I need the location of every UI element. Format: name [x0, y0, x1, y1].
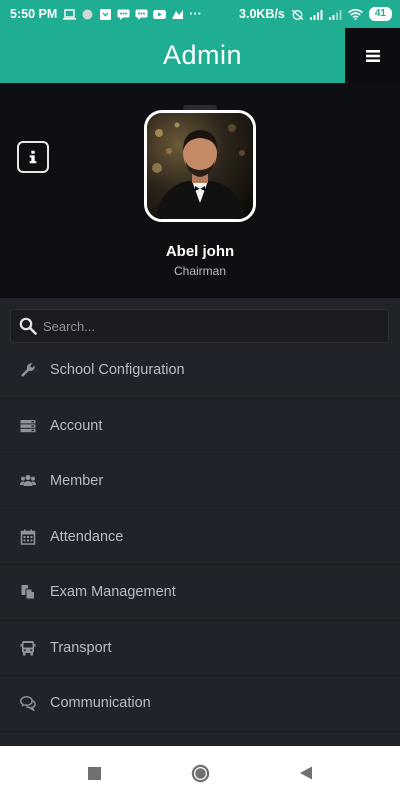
sidebar-menu: School Configuration Account Member Atte…	[0, 343, 400, 732]
users-icon	[20, 473, 36, 489]
menu-item-label: Account	[50, 417, 103, 434]
calendar-icon	[20, 529, 36, 545]
profile-section: Abel john Chairman	[0, 83, 400, 298]
search-box	[10, 309, 389, 343]
back-triangle-icon	[299, 766, 312, 780]
hamburger-icon	[365, 49, 380, 62]
bus-icon	[20, 640, 36, 656]
status-time: 5:50 PM	[10, 7, 58, 21]
system-nav-bar	[0, 746, 400, 800]
signal-icon	[309, 9, 323, 20]
menu-item-transport[interactable]: Transport	[0, 621, 400, 676]
network-speed: 3.0KB/s	[239, 7, 285, 21]
message-icon-2	[135, 9, 148, 20]
hamburger-menu-button[interactable]	[345, 28, 400, 83]
notification-icons: ···	[63, 7, 202, 21]
app-header: Admin	[0, 28, 345, 83]
signal-icon-2	[328, 9, 342, 20]
youtube-icon	[153, 9, 167, 19]
menu-item-label: Exam Management	[50, 584, 176, 601]
documents-icon	[20, 584, 36, 600]
home-button[interactable]	[189, 762, 211, 784]
back-button[interactable]	[295, 762, 317, 784]
info-icon	[29, 150, 37, 164]
menu-item-exam-management[interactable]: Exam Management	[0, 565, 400, 621]
search-icon	[19, 317, 37, 335]
menu-item-account[interactable]: Account	[0, 399, 400, 454]
menu-item-label: Member	[50, 473, 104, 490]
gift-icon	[100, 8, 112, 20]
alarm-off-icon	[291, 9, 304, 20]
avatar[interactable]	[144, 110, 256, 222]
square-icon	[88, 766, 101, 780]
wrench-icon	[20, 362, 36, 378]
menu-item-member[interactable]: Member	[0, 454, 400, 510]
status-bar: 5:50 PM ··· 3.0KB/s 41	[0, 0, 400, 28]
menu-item-label: School Configuration	[50, 362, 185, 379]
more-dots: ···	[189, 7, 202, 21]
circle-app-icon	[82, 9, 93, 19]
battery-indicator: 41	[368, 7, 392, 21]
message-icon	[117, 9, 130, 20]
chat-icon	[20, 695, 36, 712]
search-input[interactable]	[43, 318, 363, 334]
menu-item-school-configuration[interactable]: School Configuration	[0, 343, 400, 399]
profile-photo	[147, 113, 253, 219]
profile-name: Abel john	[165, 243, 235, 260]
menu-item-label: Communication	[50, 695, 151, 712]
recent-apps-button[interactable]	[84, 762, 106, 784]
menu-item-attendance[interactable]: Attendance	[0, 510, 400, 565]
info-button[interactable]	[17, 141, 49, 173]
laptop-icon	[63, 8, 77, 20]
menu-item-label: Attendance	[50, 528, 124, 545]
menu-item-communication[interactable]: Communication	[0, 676, 400, 732]
menu-item-label: Transport	[50, 639, 112, 656]
server-icon	[20, 418, 36, 434]
wifi-icon	[347, 8, 363, 20]
app-icon	[172, 9, 184, 19]
circle-icon	[191, 764, 209, 782]
profile-role: Chairman	[173, 264, 227, 278]
page-title: Admin	[162, 40, 243, 70]
